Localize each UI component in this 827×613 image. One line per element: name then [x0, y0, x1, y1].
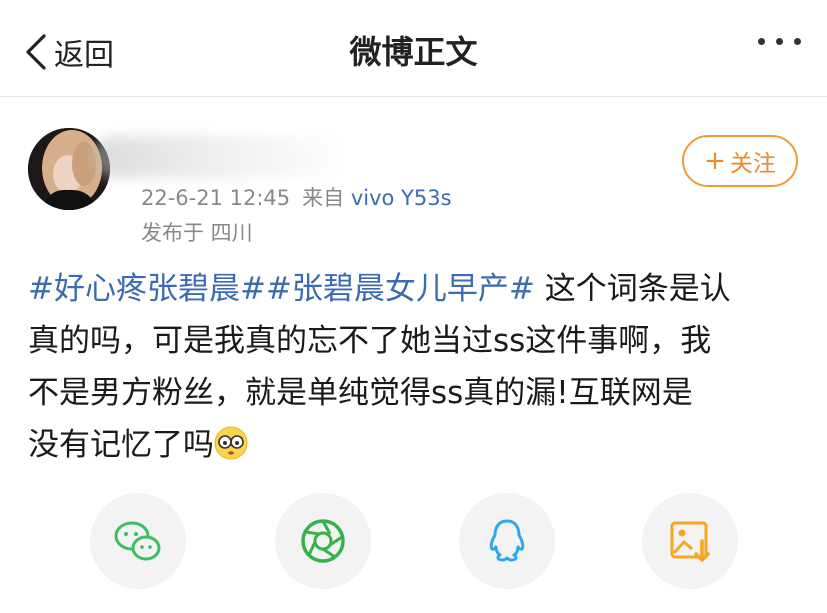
page-title: 微博正文 [349, 33, 478, 71]
plus-icon: + [704, 146, 726, 176]
post-line: 不是男方粉丝，就是单纯觉得ss真的漏!互联网是 [28, 375, 693, 411]
share-qq-button[interactable] [459, 493, 555, 589]
more-dot [758, 38, 765, 45]
hashtag-link[interactable]: #好心疼张碧晨# [28, 271, 266, 307]
save-image-button[interactable] [642, 493, 738, 589]
post-text: 这个词条是认 [534, 271, 731, 307]
post-line: 真的吗，可是我真的忘不了她当过ss这件事啊，我 [28, 323, 712, 359]
post-content: #好心疼张碧晨##张碧晨女儿早产# 这个词条是认 真的吗，可是我真的忘不了她当过… [28, 263, 804, 471]
save-image-icon [670, 521, 710, 562]
wechat-icon [114, 521, 161, 561]
more-dot [776, 38, 783, 45]
qq-icon [489, 519, 525, 562]
moments-icon [301, 519, 345, 563]
more-dot [794, 38, 801, 45]
source-device[interactable]: vivo Y53s [351, 186, 452, 210]
share-bar [0, 493, 827, 593]
post-location: 发布于 四川 [141, 221, 253, 245]
post-meta: 22-6-21 12:45 来自 vivo Y53s [141, 182, 452, 212]
glasses-face-emoji [214, 426, 248, 460]
hashtag-link[interactable]: #张碧晨女儿早产# [266, 271, 535, 307]
username-blurred [92, 136, 347, 178]
more-icon[interactable] [758, 38, 801, 45]
source-prefix: 来自 [302, 186, 345, 210]
navigation-bar: 返回 微博正文 [0, 0, 827, 97]
share-moments-button[interactable] [275, 493, 371, 589]
follow-label: 关注 [729, 151, 776, 177]
follow-button[interactable]: + 关注 [682, 135, 798, 187]
post-line: 没有记忆了吗 [28, 419, 804, 471]
share-wechat-button[interactable] [90, 493, 186, 589]
post-text: 没有记忆了吗 [28, 427, 214, 463]
post-date: 22-6-21 12:45 [141, 186, 291, 210]
post-line: #好心疼张碧晨##张碧晨女儿早产# 这个词条是认 [28, 263, 804, 315]
